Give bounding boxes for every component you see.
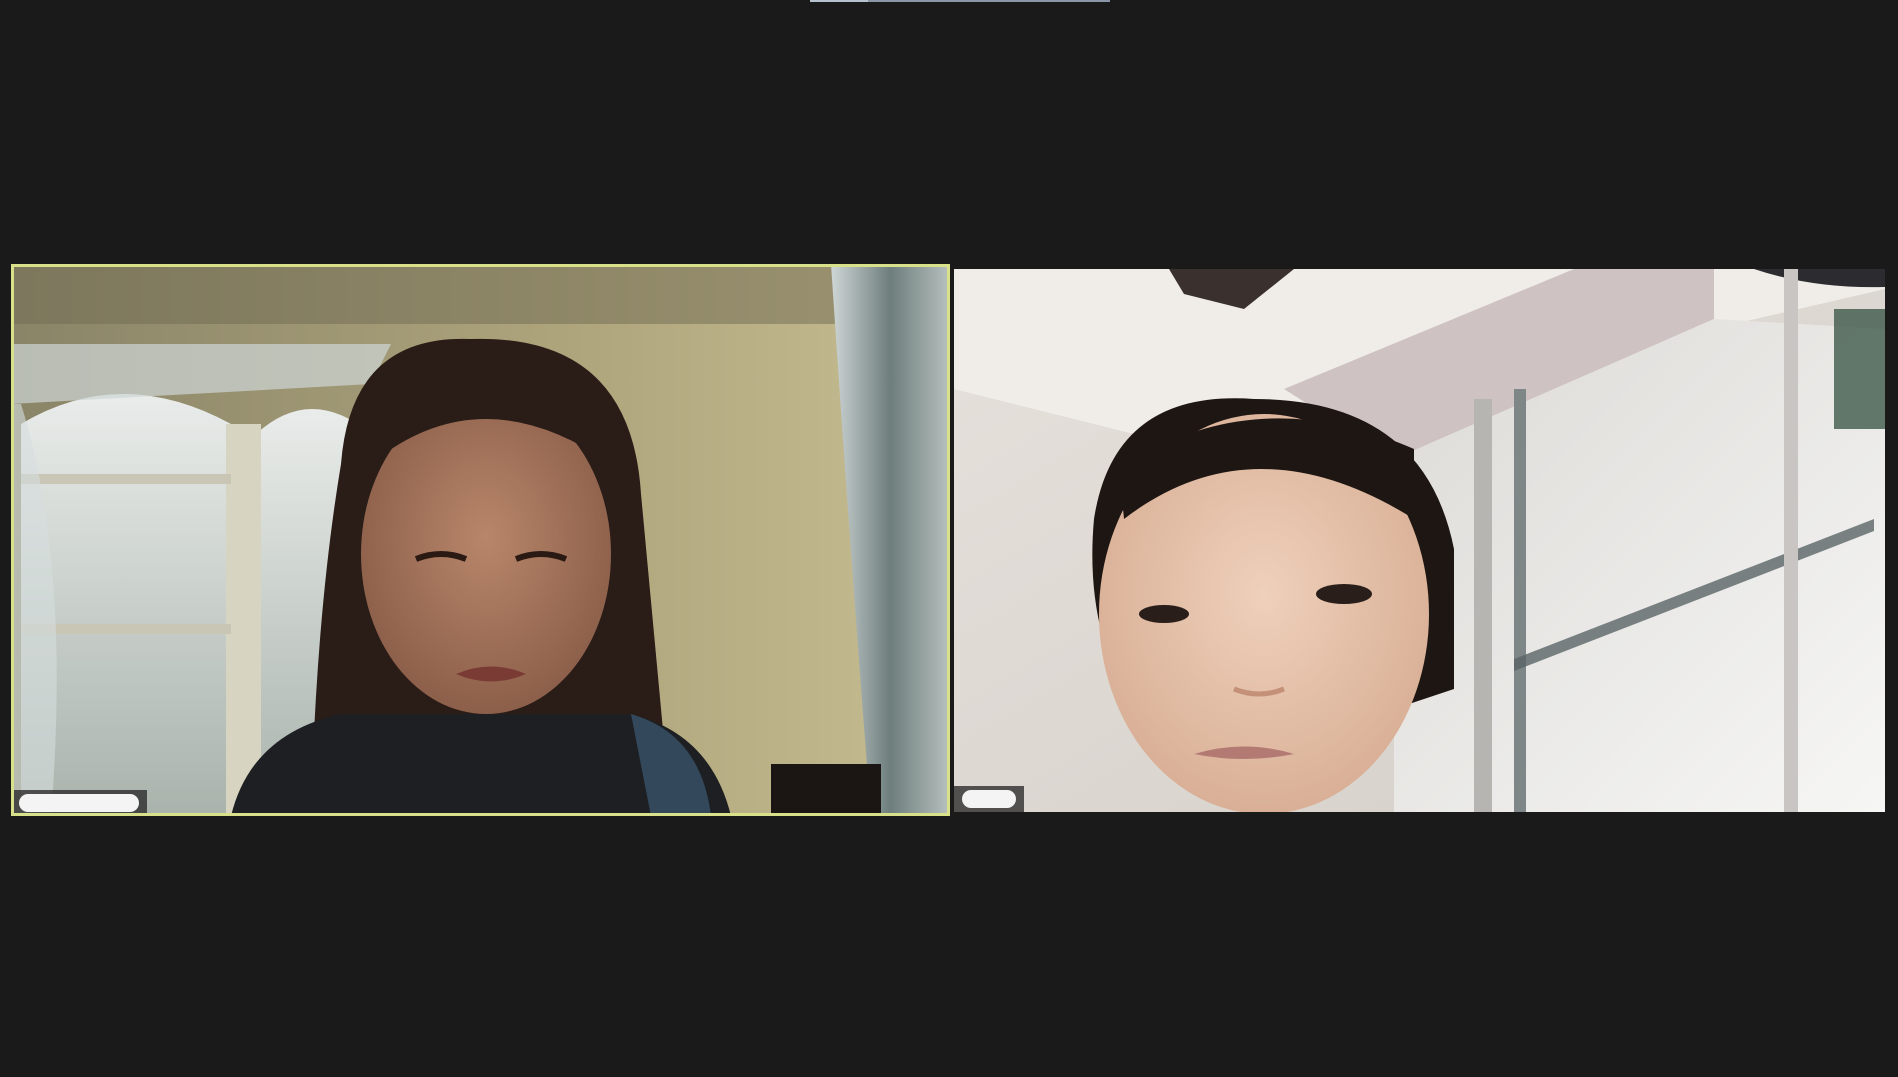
video-tile-participant-1[interactable] xyxy=(11,264,950,816)
video-tile-participant-2[interactable] xyxy=(954,269,1885,812)
participant-2-name-label xyxy=(954,786,1024,812)
top-bar-handle[interactable] xyxy=(810,0,1110,2)
participant-1-video-feed xyxy=(11,264,950,816)
participant-2-video-feed xyxy=(954,269,1885,812)
top-bar-handle-segment xyxy=(810,0,868,2)
participant-1-name-label xyxy=(11,790,147,816)
name-redaction-mark xyxy=(19,794,139,812)
meeting-window xyxy=(0,0,1898,1077)
name-redaction-mark xyxy=(962,790,1016,808)
